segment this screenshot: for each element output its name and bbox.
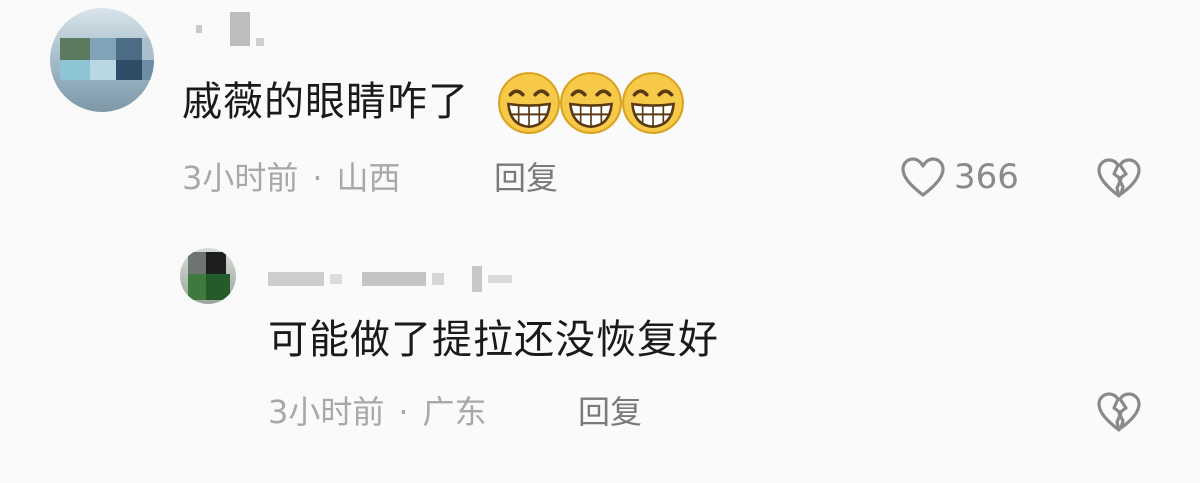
broken-heart-icon[interactable] <box>1096 390 1142 434</box>
comment-location: 山西 <box>336 159 401 197</box>
comment-list: 戚薇的眼睛咋了 3小时前 · 山西 回复 366 可能做了提拉还没恢复好 3小时… <box>0 0 1200 483</box>
grinning-face-emoji-icon <box>622 72 684 134</box>
like-count: 366 <box>954 157 1019 197</box>
emoji-group <box>496 70 684 136</box>
avatar[interactable] <box>50 8 154 112</box>
reply-button[interactable]: 回复 <box>494 162 558 194</box>
meta-separator: · <box>312 159 323 197</box>
username-obscured[interactable] <box>268 266 512 292</box>
broken-heart-icon[interactable] <box>1096 156 1142 200</box>
heart-icon <box>901 157 945 197</box>
comment-meta: 3小时前 · 山西 <box>182 162 401 194</box>
grinning-face-emoji-icon <box>498 72 560 134</box>
avatar[interactable] <box>180 248 236 304</box>
reply-button[interactable]: 回复 <box>578 396 642 428</box>
like-button[interactable]: 366 <box>900 156 1019 198</box>
comment-time: 3小时前 <box>268 393 385 431</box>
grinning-face-emoji-icon <box>560 72 622 134</box>
comment-text: 可能做了提拉还没恢复好 <box>268 317 719 363</box>
comment-meta: 3小时前 · 广东 <box>268 396 487 428</box>
comment-location: 广东 <box>422 393 487 431</box>
comment-time: 3小时前 <box>182 159 299 197</box>
username-obscured[interactable] <box>196 12 264 46</box>
meta-separator: · <box>398 393 409 431</box>
comment-text: 戚薇的眼睛咋了 <box>182 79 469 125</box>
